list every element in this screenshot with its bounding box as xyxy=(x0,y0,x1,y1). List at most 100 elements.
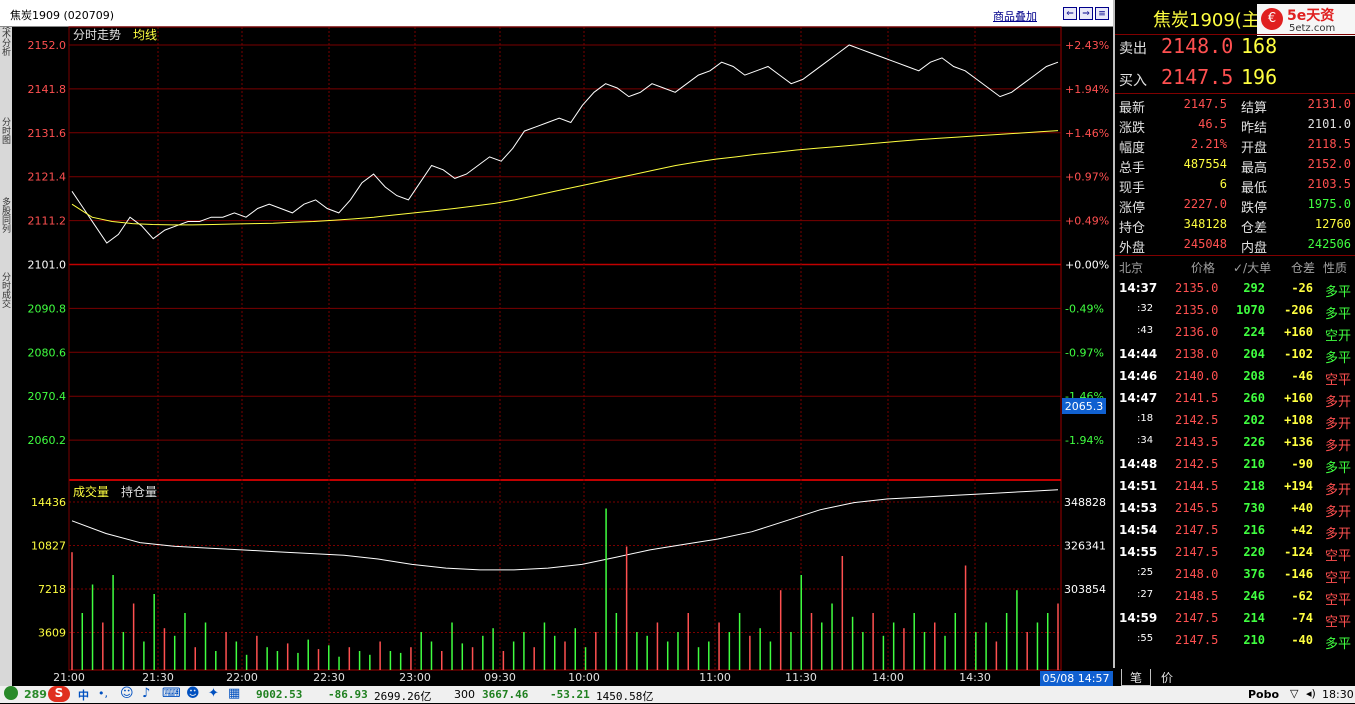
voice-icon[interactable]: ♪ xyxy=(142,686,150,701)
sell-label: 卖出 xyxy=(1119,41,1147,57)
trade-price: 2145.5 xyxy=(1175,501,1219,515)
quote-value: 2227.0 xyxy=(1183,197,1227,211)
trade-row[interactable]: 14:37 2135.0 292 -26 多平 xyxy=(1115,278,1355,300)
quote-label: 最高 xyxy=(1241,161,1268,176)
index2-value: 3667.46 xyxy=(482,688,529,701)
trade-nature: 多开 xyxy=(1324,505,1351,520)
trade-time: :34 xyxy=(1137,435,1154,446)
cursor-price: 2065.3 xyxy=(1065,400,1104,413)
trade-time: 14:54 xyxy=(1119,523,1158,537)
pct-tick-label: +0.97% xyxy=(1065,171,1109,184)
trade-row[interactable]: :34 2143.5 226 +136 多开 xyxy=(1115,432,1355,454)
trade-row[interactable]: 14:48 2142.5 210 -90 多平 xyxy=(1115,454,1355,476)
tools-icon[interactable]: ▦ xyxy=(228,686,240,701)
pct-tick-label: +0.49% xyxy=(1065,215,1109,228)
emoji-icon[interactable]: ☺ xyxy=(120,686,134,701)
pct-tick-label: +1.94% xyxy=(1065,83,1109,96)
trade-oi-change: -90 xyxy=(1291,457,1313,471)
quote-value: 2103.5 xyxy=(1307,177,1351,191)
price-tick-label: 2111.2 xyxy=(28,215,67,228)
pct-tick-label: -1.94% xyxy=(1065,434,1104,447)
ime-mode[interactable]: 中 xyxy=(78,687,89,703)
trade-row[interactable]: 14:47 2141.5 260 +160 多开 xyxy=(1115,388,1355,410)
quote-value: 487554 xyxy=(1183,157,1227,171)
trade-row[interactable]: :25 2148.0 376 -146 空平 xyxy=(1115,564,1355,586)
punct-icon[interactable]: •, xyxy=(98,687,108,700)
trade-row[interactable]: :55 2147.5 210 -40 多平 xyxy=(1115,630,1355,652)
trade-row[interactable]: :32 2135.0 1070 -206 多平 xyxy=(1115,300,1355,322)
time-tick-label: 09:30 xyxy=(484,671,516,684)
panel-tabs: 笔 价 xyxy=(1113,668,1355,686)
trade-nature: 多开 xyxy=(1324,439,1351,454)
user-icon[interactable]: ☻ xyxy=(186,686,200,701)
trade-row[interactable]: 14:55 2147.5 220 -124 空平 xyxy=(1115,542,1355,564)
trade-nature: 空开 xyxy=(1324,329,1351,344)
trade-header-cell: 仓差 xyxy=(1291,261,1316,275)
time-tick-label: 10:00 xyxy=(568,671,600,684)
app-icon[interactable] xyxy=(4,686,18,700)
intraday-chart[interactable]: 2152.0 +2.43% 2141.8 +1.94% 2131.6 +1.46% 2121… xyxy=(0,0,1113,686)
trade-row[interactable]: 14:54 2147.5 216 +42 多开 xyxy=(1115,520,1355,542)
quote-row: 涨跌 46.5 昨结 2101.0 xyxy=(1115,115,1355,136)
trade-row[interactable]: 14:59 2147.5 214 -74 空平 xyxy=(1115,608,1355,630)
trade-volume: 208 xyxy=(1243,369,1265,383)
trade-volume: 204 xyxy=(1243,347,1265,361)
clock: 18:30 xyxy=(1322,688,1354,701)
oi-tick-label: 303854 xyxy=(1064,583,1106,596)
trade-time: :55 xyxy=(1137,633,1154,644)
volume-icon[interactable]: ◂) xyxy=(1306,687,1316,700)
sogou-icon[interactable]: S xyxy=(48,686,70,702)
time-cursor: 05/08 14:57 xyxy=(1043,672,1110,685)
volume-tick-label: 7218 xyxy=(38,583,66,596)
volume-tick-label: 10827 xyxy=(31,540,66,553)
quote-label: 外盘 xyxy=(1119,241,1146,256)
brand-url: 5etz.com xyxy=(1289,23,1336,34)
trade-price: 2142.5 xyxy=(1175,413,1219,427)
trade-oi-change: -146 xyxy=(1284,567,1313,581)
tab-ticks[interactable]: 笔 xyxy=(1121,669,1151,686)
quote-value: 12760 xyxy=(1314,217,1351,231)
trade-price: 2148.0 xyxy=(1175,567,1219,581)
quote-label: 总手 xyxy=(1119,161,1146,176)
trade-row[interactable]: 14:46 2140.0 208 -46 空平 xyxy=(1115,366,1355,388)
trade-nature: 空平 xyxy=(1324,373,1351,388)
trade-row[interactable]: 14:53 2145.5 730 +40 多开 xyxy=(1115,498,1355,520)
trade-oi-change: +136 xyxy=(1284,435,1313,449)
trade-row[interactable]: 14:44 2138.0 204 -102 多平 xyxy=(1115,344,1355,366)
divider xyxy=(1115,255,1355,256)
time-tick-label: 21:30 xyxy=(142,671,174,684)
trade-row[interactable]: :27 2148.5 246 -62 空平 xyxy=(1115,586,1355,608)
trade-volume: 292 xyxy=(1243,281,1265,295)
trade-row[interactable]: 14:51 2144.5 218 +194 多开 xyxy=(1115,476,1355,498)
time-tick-label: 11:30 xyxy=(785,671,817,684)
index2-name: 300 xyxy=(454,688,475,701)
trade-oi-change: +160 xyxy=(1284,391,1313,405)
pct-tick-label: +2.43% xyxy=(1065,39,1109,52)
trade-nature: 多平 xyxy=(1324,637,1351,652)
pct-tick-label: -0.49% xyxy=(1065,302,1104,315)
skin-icon[interactable]: ✦ xyxy=(208,686,219,701)
brand-name: 5e天资 xyxy=(1287,8,1335,24)
trade-row[interactable]: :18 2142.5 202 +108 多开 xyxy=(1115,410,1355,432)
trade-oi-change: -74 xyxy=(1291,611,1313,625)
quote-value: 348128 xyxy=(1183,217,1227,231)
price-tick-label: 2090.8 xyxy=(28,302,67,315)
volume-label: 成交量 xyxy=(73,484,109,499)
quote-label: 开盘 xyxy=(1241,141,1268,156)
pct-tick-label: +0.00% xyxy=(1065,259,1109,272)
oi-tick-label: 326341 xyxy=(1064,540,1106,553)
quote-row: 现手 6 最低 2103.5 xyxy=(1115,175,1355,196)
price-tick-label: 2101.0 xyxy=(28,259,67,272)
tab-price[interactable]: 价 xyxy=(1153,669,1181,685)
trade-price: 2147.5 xyxy=(1175,523,1219,537)
trade-nature: 多开 xyxy=(1324,483,1351,498)
trade-row[interactable]: :43 2136.0 224 +160 空开 xyxy=(1115,322,1355,344)
keyboard-icon[interactable]: ⌨ xyxy=(162,686,181,701)
trade-volume: 214 xyxy=(1243,611,1265,625)
trade-time: :25 xyxy=(1137,567,1154,578)
signal-icon[interactable]: ▽ xyxy=(1290,687,1298,700)
trade-oi-change: -46 xyxy=(1291,369,1313,383)
trade-price: 2147.5 xyxy=(1175,545,1219,559)
trade-header-cell: 性质 xyxy=(1323,261,1348,275)
trade-volume: 376 xyxy=(1243,567,1265,581)
